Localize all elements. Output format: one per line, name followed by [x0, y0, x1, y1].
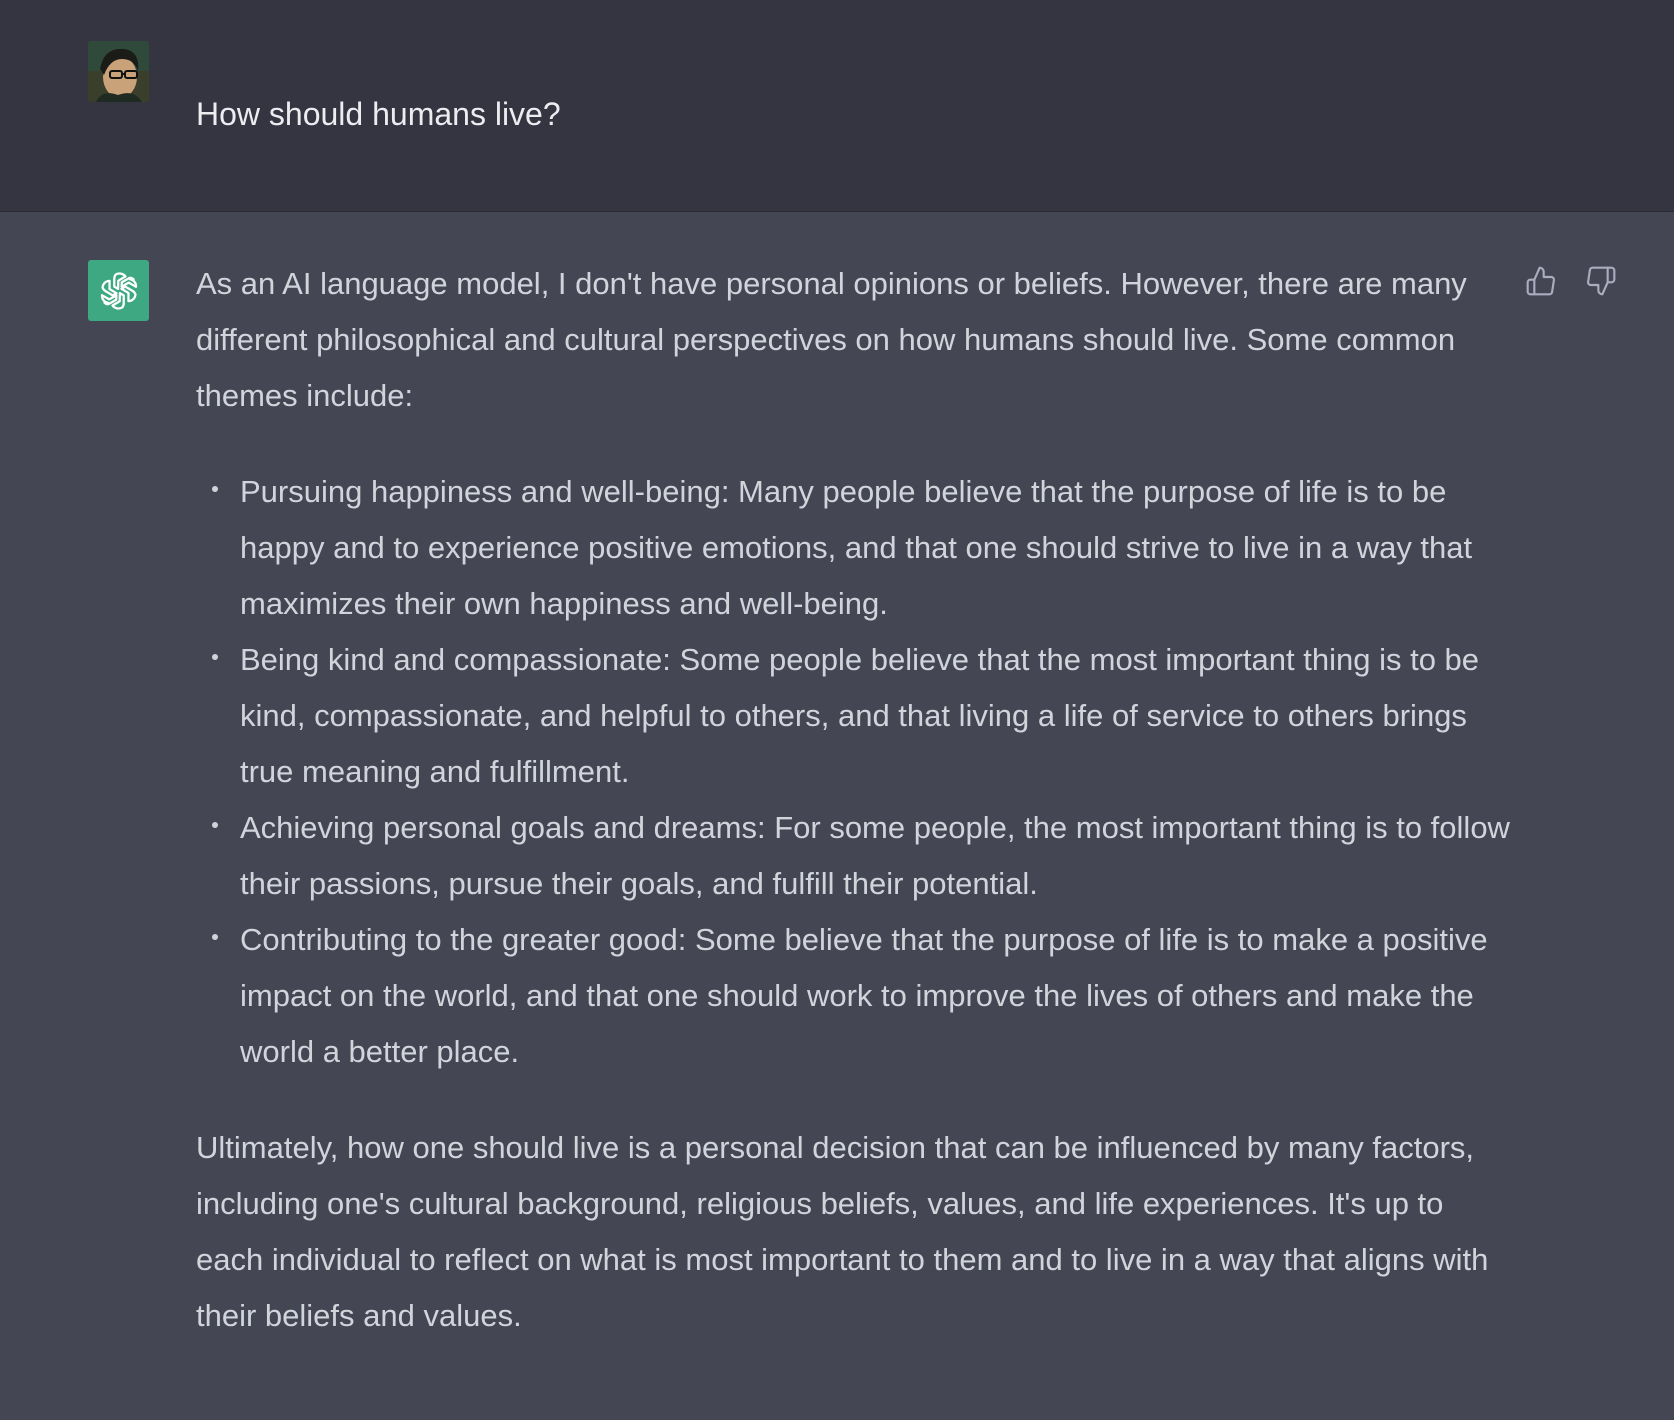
feedback-buttons [1524, 264, 1618, 298]
thumbs-down-icon [1587, 266, 1616, 296]
thumbs-up-icon [1526, 266, 1555, 296]
openai-logo-icon [88, 260, 149, 321]
user-avatar [88, 41, 149, 102]
assistant-message-content: As an AI language model, I don't have pe… [196, 256, 1516, 1344]
assistant-message-row: As an AI language model, I don't have pe… [0, 212, 1674, 1420]
list-item: Contributing to the greater good: Some b… [212, 912, 1516, 1080]
list-item: Pursuing happiness and well-being: Many … [212, 464, 1516, 632]
user-message-text: How should humans live? [196, 96, 561, 132]
user-message-row: How should humans live? [0, 0, 1674, 212]
assistant-conclusion: Ultimately, how one should live is a per… [196, 1130, 1489, 1333]
thumbs-down-button[interactable] [1584, 264, 1618, 298]
themes-list: Pursuing happiness and well-being: Many … [196, 464, 1516, 1080]
assistant-intro: As an AI language model, I don't have pe… [196, 266, 1467, 413]
list-item: Being kind and compassionate: Some peopl… [212, 632, 1516, 800]
list-item: Achieving personal goals and dreams: For… [212, 800, 1516, 912]
thumbs-up-button[interactable] [1524, 264, 1558, 298]
